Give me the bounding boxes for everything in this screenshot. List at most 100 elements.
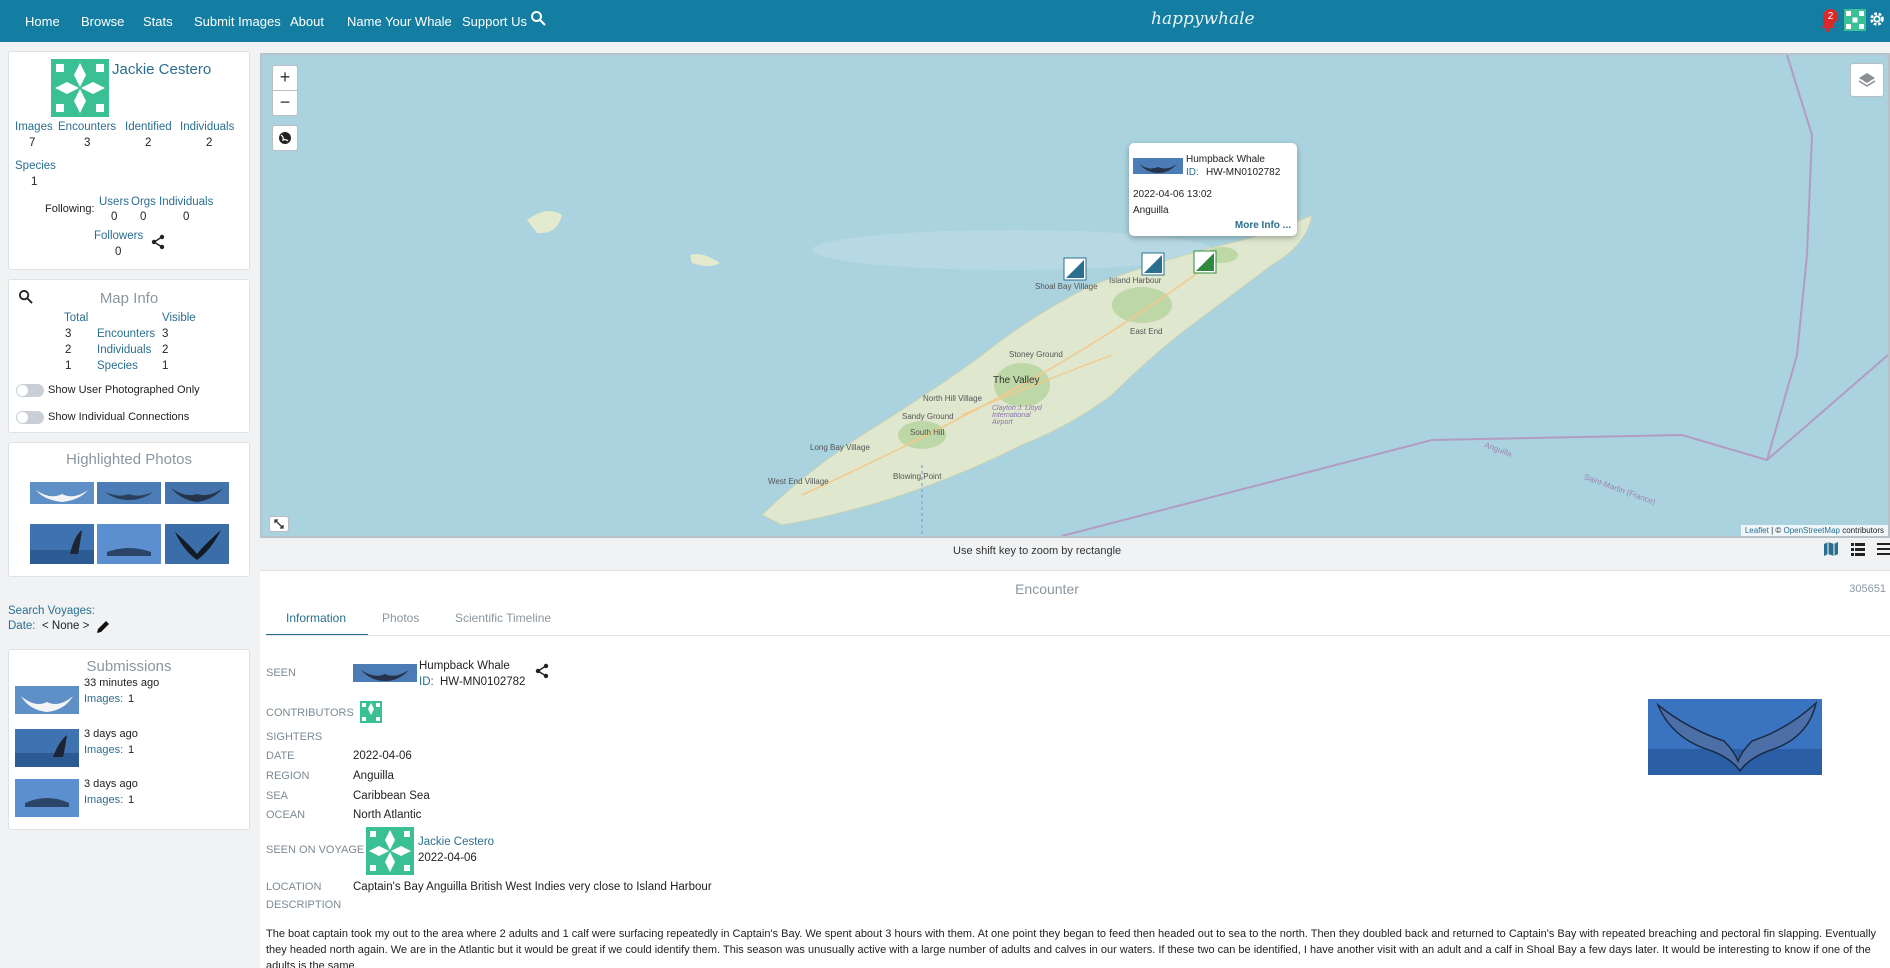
nav-home[interactable]: Home (25, 14, 60, 29)
submission-images-label[interactable]: Images: (84, 794, 123, 806)
submission-thumbnail[interactable] (15, 779, 79, 817)
following-orgs-label[interactable]: Orgs (131, 196, 156, 208)
tab-photos[interactable]: Photos (382, 611, 419, 625)
top-navbar: Home Browse Stats Submit Images About Na… (0, 0, 1890, 42)
highlighted-photo[interactable] (30, 524, 94, 564)
voyage-date-label: Date: (8, 620, 36, 632)
highlighted-photos-title: Highlighted Photos (66, 451, 192, 468)
gear-icon[interactable] (1868, 10, 1886, 28)
seen-thumbnail[interactable] (353, 664, 417, 682)
share-icon[interactable] (534, 663, 550, 679)
stat-encounters-label[interactable]: Encounters (58, 121, 116, 133)
following-individuals-label[interactable]: Individuals (159, 196, 213, 208)
list-view-icon[interactable] (1851, 542, 1865, 556)
encounter-number: 305651 (1849, 583, 1886, 595)
zoom-out-button[interactable]: − (272, 90, 298, 116)
seen-id[interactable]: HW-MN0102782 (440, 676, 525, 688)
species-row-label[interactable]: Species (97, 360, 138, 372)
nav-browse[interactable]: Browse (81, 14, 124, 29)
submission-time: 33 minutes ago (84, 677, 160, 689)
stat-individuals-value: 2 (206, 137, 213, 149)
encounters-row-label[interactable]: Encounters (97, 328, 155, 340)
grid-icon[interactable] (1844, 9, 1866, 31)
popup-thumbnail[interactable] (1133, 158, 1183, 174)
town-label: North Hill Village (923, 394, 982, 403)
ocean-value: North Atlantic (353, 809, 422, 821)
stat-individuals-label[interactable]: Individuals (180, 121, 234, 133)
region-value: Anguilla (353, 770, 394, 782)
nav-about[interactable]: About (290, 14, 324, 29)
map-marker[interactable] (1193, 250, 1217, 274)
highlighted-photo[interactable] (165, 524, 229, 564)
zoom-hint: Use shift key to zoom by rectangle (953, 545, 1122, 557)
search-icon[interactable] (530, 10, 546, 26)
stat-species-label[interactable]: Species (15, 160, 56, 172)
brand-logo[interactable]: happywhale (1151, 9, 1255, 29)
osm-link[interactable]: OpenStreetMap (1783, 526, 1839, 535)
sea-label: SEA (266, 790, 289, 802)
submission-thumbnail[interactable] (15, 729, 79, 767)
map-view[interactable]: Shoal Bay Village Island Harbour East En… (260, 53, 1890, 538)
nav-stats[interactable]: Stats (143, 14, 173, 29)
encounter-photo[interactable] (1648, 699, 1822, 775)
contributors-label: CONTRIBUTORS (266, 707, 354, 719)
town-label: The Valley (993, 375, 1040, 386)
map-view-icon[interactable] (1823, 541, 1839, 557)
individuals-row-label[interactable]: Individuals (97, 344, 151, 356)
pencil-icon[interactable] (95, 619, 111, 635)
nav-submit-images[interactable]: Submit Images (194, 14, 281, 29)
following-users-label[interactable]: Users (99, 196, 129, 208)
layers-button[interactable] (1850, 63, 1884, 97)
ocean-label: OCEAN (266, 809, 306, 821)
voyage-user-link[interactable]: Jackie Cestero (418, 836, 494, 848)
individual-connections-toggle[interactable] (16, 411, 44, 424)
encounter-panel: Encounter 305651 Information Photos Scie… (260, 570, 1890, 968)
town-label: Shoal Bay Village (1035, 282, 1098, 291)
user-photographed-toggle[interactable] (16, 384, 44, 397)
nav-support-us[interactable]: Support Us (462, 14, 527, 29)
voyage-date-value[interactable]: < None > (42, 620, 89, 632)
stat-images-label[interactable]: Images (15, 121, 53, 133)
submission-images-label[interactable]: Images: (84, 744, 123, 756)
total-header: Total (64, 312, 89, 324)
zoom-in-button[interactable]: + (272, 65, 298, 91)
user-avatar[interactable] (51, 59, 109, 117)
highlighted-photo[interactable] (165, 482, 229, 504)
voyage-date: 2022-04-06 (418, 852, 477, 864)
highlighted-photo[interactable] (97, 482, 161, 504)
globe-icon (279, 132, 291, 144)
stat-images-value: 7 (29, 137, 36, 149)
nav-name-your-whale[interactable]: Name Your Whale (347, 14, 452, 29)
submission-thumbnail[interactable] (15, 686, 79, 714)
share-icon[interactable] (150, 234, 166, 250)
sighters-label: SIGHTERS (266, 731, 323, 743)
submission-images-label[interactable]: Images: (84, 693, 123, 705)
fullscreen-button[interactable] (269, 516, 289, 532)
globe-button[interactable] (272, 125, 298, 151)
profile-name[interactable]: Jackie Cestero (112, 61, 211, 78)
voyage-user-avatar[interactable] (366, 827, 414, 875)
stat-identified-label[interactable]: Identified (125, 121, 172, 133)
tab-scientific-timeline[interactable]: Scientific Timeline (455, 611, 551, 625)
followers-value: 0 (115, 246, 122, 258)
map-marker[interactable] (1063, 257, 1087, 281)
leaflet-link[interactable]: Leaflet (1745, 526, 1769, 535)
highlighted-photo[interactable] (97, 524, 161, 564)
contributor-avatar[interactable] (360, 701, 382, 723)
submission-images-count: 1 (128, 794, 135, 806)
followers-label[interactable]: Followers (94, 230, 143, 242)
profile-panel: Jackie Cestero Images 7 Encounters 3 Ide… (8, 51, 250, 270)
map-marker[interactable] (1141, 252, 1165, 276)
visible-header: Visible (162, 312, 196, 324)
popup-more-info-link[interactable]: More Info ... (1235, 220, 1291, 231)
popup-id[interactable]: HW-MN0102782 (1206, 167, 1280, 178)
popup-region: Anguilla (1133, 205, 1169, 216)
user-photographed-label: Show User Photographed Only (48, 384, 200, 396)
menu-icon[interactable] (1877, 543, 1890, 555)
map-canvas[interactable] (262, 55, 1888, 536)
highlighted-photos-panel: Highlighted Photos (8, 442, 250, 577)
highlighted-photo[interactable] (30, 482, 94, 504)
tab-information[interactable]: Information (286, 611, 346, 625)
location-value: Captain's Bay Anguilla British West Indi… (353, 881, 712, 893)
submissions-panel: Submissions 33 minutes ago Images: 1 3 d… (8, 649, 250, 830)
